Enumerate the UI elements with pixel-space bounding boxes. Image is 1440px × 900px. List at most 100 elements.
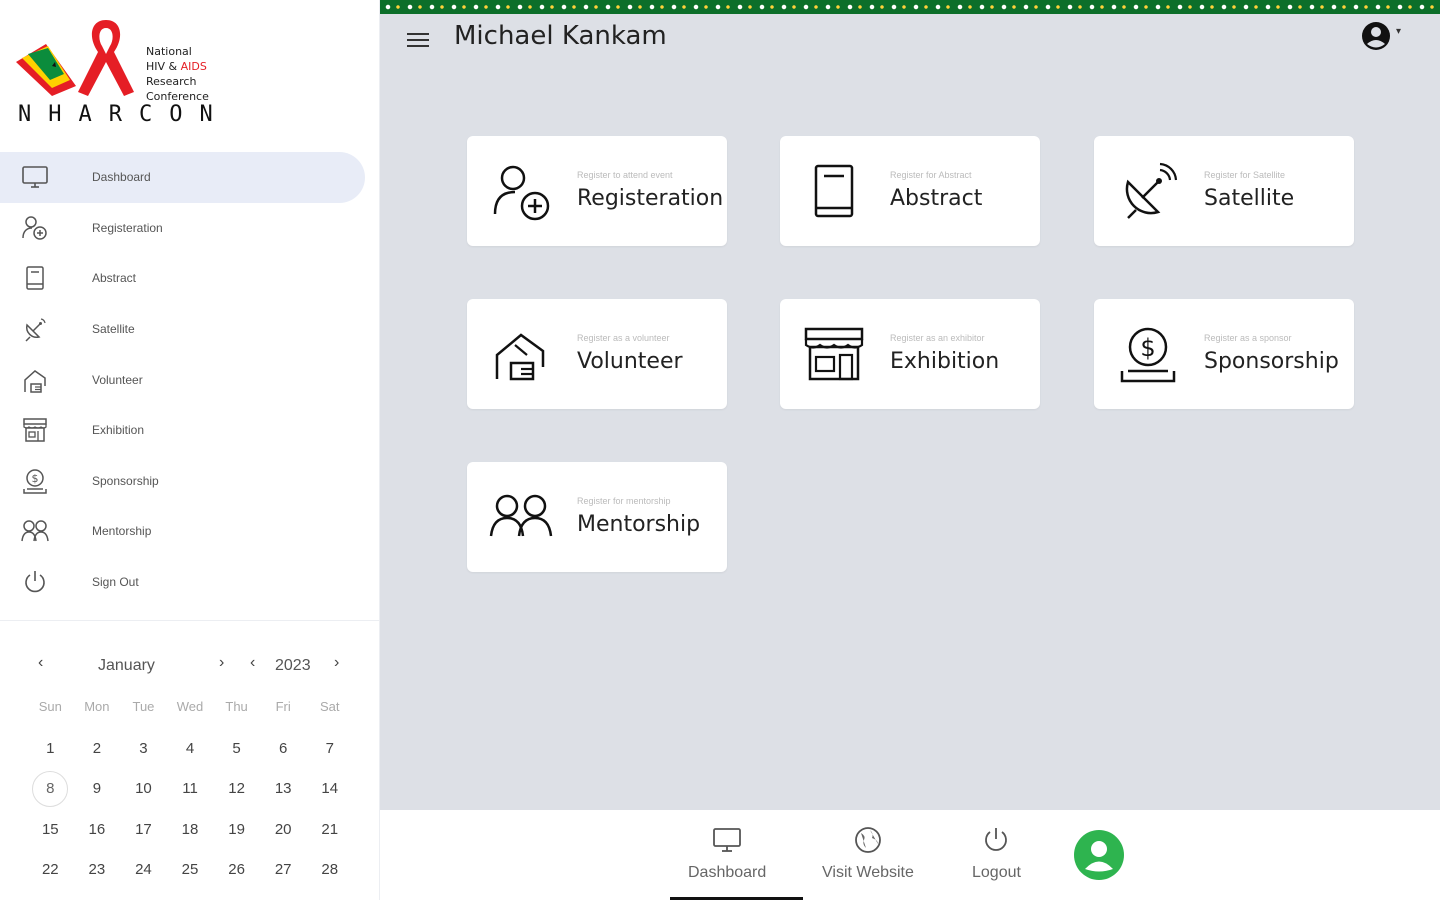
calendar-day[interactable]: 10 xyxy=(120,780,167,797)
sidebar-item-label: Satellite xyxy=(92,322,135,337)
user-avatar-button[interactable] xyxy=(1074,830,1124,880)
globe-icon xyxy=(855,827,881,853)
weekday-label: Tue xyxy=(132,699,155,714)
calendar-day[interactable]: 3 xyxy=(120,740,167,757)
calendar-day[interactable]: 26 xyxy=(213,861,260,878)
sidebar-nav: Dashboard Registeration Abstract Satelli… xyxy=(0,152,379,608)
volunteer-card[interactable]: Register as a volunteer Volunteer xyxy=(467,299,727,409)
satellite-dish-icon xyxy=(20,314,50,344)
calendar-day[interactable]: 6 xyxy=(260,740,307,757)
book-icon xyxy=(802,160,866,224)
card-title: Volunteer xyxy=(577,349,683,374)
prev-month-button[interactable]: ‹ xyxy=(38,654,43,672)
calendar-day[interactable]: 17 xyxy=(120,821,167,838)
calendar-day[interactable]: 16 xyxy=(74,821,121,838)
calendar-month[interactable]: January xyxy=(98,657,155,675)
calendar-day[interactable]: 25 xyxy=(167,861,214,878)
mentorship-card[interactable]: Register for mentorship Mentorship xyxy=(467,462,727,572)
calendar-year[interactable]: 2023 xyxy=(275,657,311,675)
user-add-icon xyxy=(20,213,50,243)
card-title: Mentorship xyxy=(577,512,701,537)
calendar-day[interactable]: 13 xyxy=(260,780,307,797)
next-year-button[interactable]: › xyxy=(334,654,339,672)
calendar-day[interactable]: 14 xyxy=(306,780,353,797)
registeration-card[interactable]: Register to attend event Registeration xyxy=(467,136,727,246)
weekday-label: Wed xyxy=(176,699,204,714)
sidebar-item-label: Registeration xyxy=(92,220,163,235)
calendar-day[interactable]: 18 xyxy=(167,821,214,838)
satellite-dish-icon xyxy=(1116,160,1180,224)
calendar-weekdays: Sun Mon Tue Wed Thu Fri Sat xyxy=(27,692,353,722)
ghana-flag-ribbon-icon xyxy=(16,20,134,96)
calendar-day[interactable]: 28 xyxy=(306,861,353,878)
satellite-card[interactable]: Register for Satellite Satellite xyxy=(1094,136,1354,246)
user-add-icon xyxy=(489,160,553,224)
prev-year-button[interactable]: ‹ xyxy=(250,654,255,672)
bottom-nav-visit-website[interactable]: Visit Website xyxy=(822,824,914,882)
nharcon-logo[interactable]: National HIV & AIDS Research Conference … xyxy=(12,14,232,130)
sidebar-item-exhibition[interactable]: Exhibition xyxy=(0,405,365,456)
calendar-day[interactable]: 4 xyxy=(167,740,214,757)
sponsorship-card[interactable]: $ Register as a sponsor Sponsorship xyxy=(1094,299,1354,409)
card-subtitle: Register to attend event xyxy=(577,170,673,180)
next-month-button[interactable]: › xyxy=(219,654,224,672)
calendar-day[interactable]: 21 xyxy=(306,821,353,838)
sidebar-item-satellite[interactable]: Satellite xyxy=(0,304,365,355)
dollar-coin-icon: $ xyxy=(1116,323,1180,387)
kente-pattern-banner xyxy=(380,0,1440,14)
calendar-day[interactable]: 7 xyxy=(306,740,353,757)
dollar-coin-icon: $ xyxy=(20,466,50,496)
hand-house-icon xyxy=(489,323,553,387)
calendar-day[interactable]: 2 xyxy=(74,740,121,757)
calendar-day[interactable]: 23 xyxy=(74,861,121,878)
calendar-day[interactable]: 24 xyxy=(120,861,167,878)
calendar-header: ‹ January › ‹ 2023 › xyxy=(0,640,379,692)
calendar-day[interactable]: 5 xyxy=(213,740,260,757)
chevron-down-icon: ▾ xyxy=(1396,26,1402,37)
sidebar-item-sponsorship[interactable]: $ Sponsorship xyxy=(0,456,365,507)
bottom-nav-dashboard[interactable]: Dashboard xyxy=(688,824,766,882)
bottom-nav-logout[interactable]: Logout xyxy=(972,824,1021,882)
svg-text:$: $ xyxy=(1140,334,1155,362)
exhibition-card[interactable]: Register as an exhibitor Exhibition xyxy=(780,299,1040,409)
sidebar-item-label: Mentorship xyxy=(92,524,152,539)
card-title: Satellite xyxy=(1204,186,1295,211)
user-name: Michael Kankam xyxy=(454,21,667,51)
calendar-day[interactable]: 27 xyxy=(260,861,307,878)
calendar-day[interactable]: 9 xyxy=(74,780,121,797)
sidebar-item-mentorship[interactable]: Mentorship xyxy=(0,506,365,557)
two-people-icon xyxy=(20,516,50,546)
calendar-day[interactable]: 12 xyxy=(213,780,260,797)
card-subtitle: Register as a volunteer xyxy=(577,333,670,343)
monitor-icon xyxy=(20,162,50,192)
calendar-day[interactable]: 11 xyxy=(167,780,214,797)
sidebar-item-abstract[interactable]: Abstract xyxy=(0,253,365,304)
weekday-label: Fri xyxy=(275,699,291,714)
sidebar-item-dashboard[interactable]: Dashboard xyxy=(0,152,365,203)
sidebar-item-volunteer[interactable]: Volunteer xyxy=(0,354,365,405)
bottom-nav-label: Logout xyxy=(972,864,1021,881)
calendar-day[interactable]: 15 xyxy=(27,821,74,838)
weekday-label: Mon xyxy=(84,699,110,714)
hamburger-menu-icon[interactable] xyxy=(404,26,432,54)
calendar-week: 22 23 24 25 26 27 28 xyxy=(27,850,353,891)
card-title: Abstract xyxy=(890,186,983,211)
abstract-card[interactable]: Register for Abstract Abstract xyxy=(780,136,1040,246)
sidebar-item-label: Sign Out xyxy=(92,575,139,590)
account-circle-icon xyxy=(1362,22,1390,50)
sidebar-item-sign-out[interactable]: Sign Out xyxy=(0,557,365,608)
calendar-day[interactable]: 20 xyxy=(260,821,307,838)
calendar-day[interactable]: 22 xyxy=(27,861,74,878)
card-subtitle: Register for Abstract xyxy=(890,170,972,180)
calendar-day[interactable]: 1 xyxy=(27,740,74,757)
calendar-day-today[interactable]: 8 xyxy=(27,770,74,807)
today-marker: 8 xyxy=(32,770,69,807)
weekday-label: Thu xyxy=(225,699,248,714)
sidebar-item-registeration[interactable]: Registeration xyxy=(0,203,365,254)
power-icon xyxy=(20,567,50,597)
card-subtitle: Register as a sponsor xyxy=(1204,333,1292,343)
bottom-nav-label: Visit Website xyxy=(822,864,914,881)
calendar-day[interactable]: 19 xyxy=(213,821,260,838)
account-menu-button[interactable]: ▾ xyxy=(1360,20,1404,50)
calendar-week: 8 9 10 11 12 13 14 xyxy=(27,769,353,810)
